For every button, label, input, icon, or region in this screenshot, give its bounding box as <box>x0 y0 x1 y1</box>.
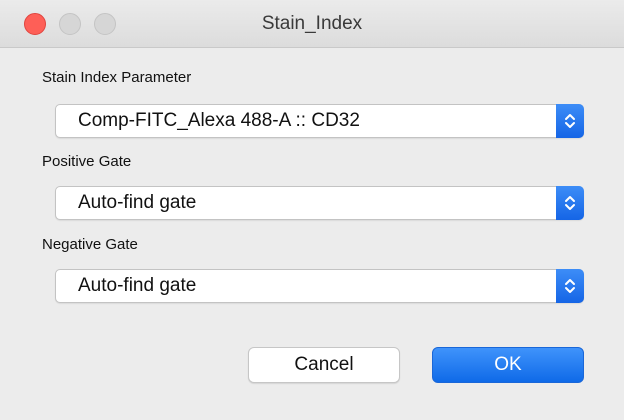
cancel-button[interactable]: Cancel <box>248 347 400 383</box>
positive-gate-select[interactable]: Auto-find gate <box>55 186 584 220</box>
dialog-window: Stain_Index Stain Index Parameter Comp-F… <box>0 0 624 420</box>
parameter-select[interactable]: Comp-FITC_Alexa 488-A :: CD32 <box>55 104 584 138</box>
chevron-up-down-icon[interactable] <box>556 269 584 303</box>
negative-gate-select-value: Auto-find gate <box>78 275 197 296</box>
title-bar[interactable]: Stain_Index <box>0 0 624 48</box>
negative-gate-select[interactable]: Auto-find gate <box>55 269 584 303</box>
ok-button[interactable]: OK <box>432 347 584 383</box>
positive-gate-select-value: Auto-find gate <box>78 192 197 213</box>
negative-gate-label: Negative Gate <box>42 236 138 253</box>
window-title: Stain_Index <box>261 13 363 34</box>
chevron-up-down-icon[interactable] <box>556 186 584 220</box>
parameter-label: Stain Index Parameter <box>42 69 192 86</box>
positive-gate-label: Positive Gate <box>42 153 132 170</box>
parameter-select-value: Comp-FITC_Alexa 488-A :: CD32 <box>78 110 360 131</box>
chevron-up-down-icon[interactable] <box>556 104 584 138</box>
